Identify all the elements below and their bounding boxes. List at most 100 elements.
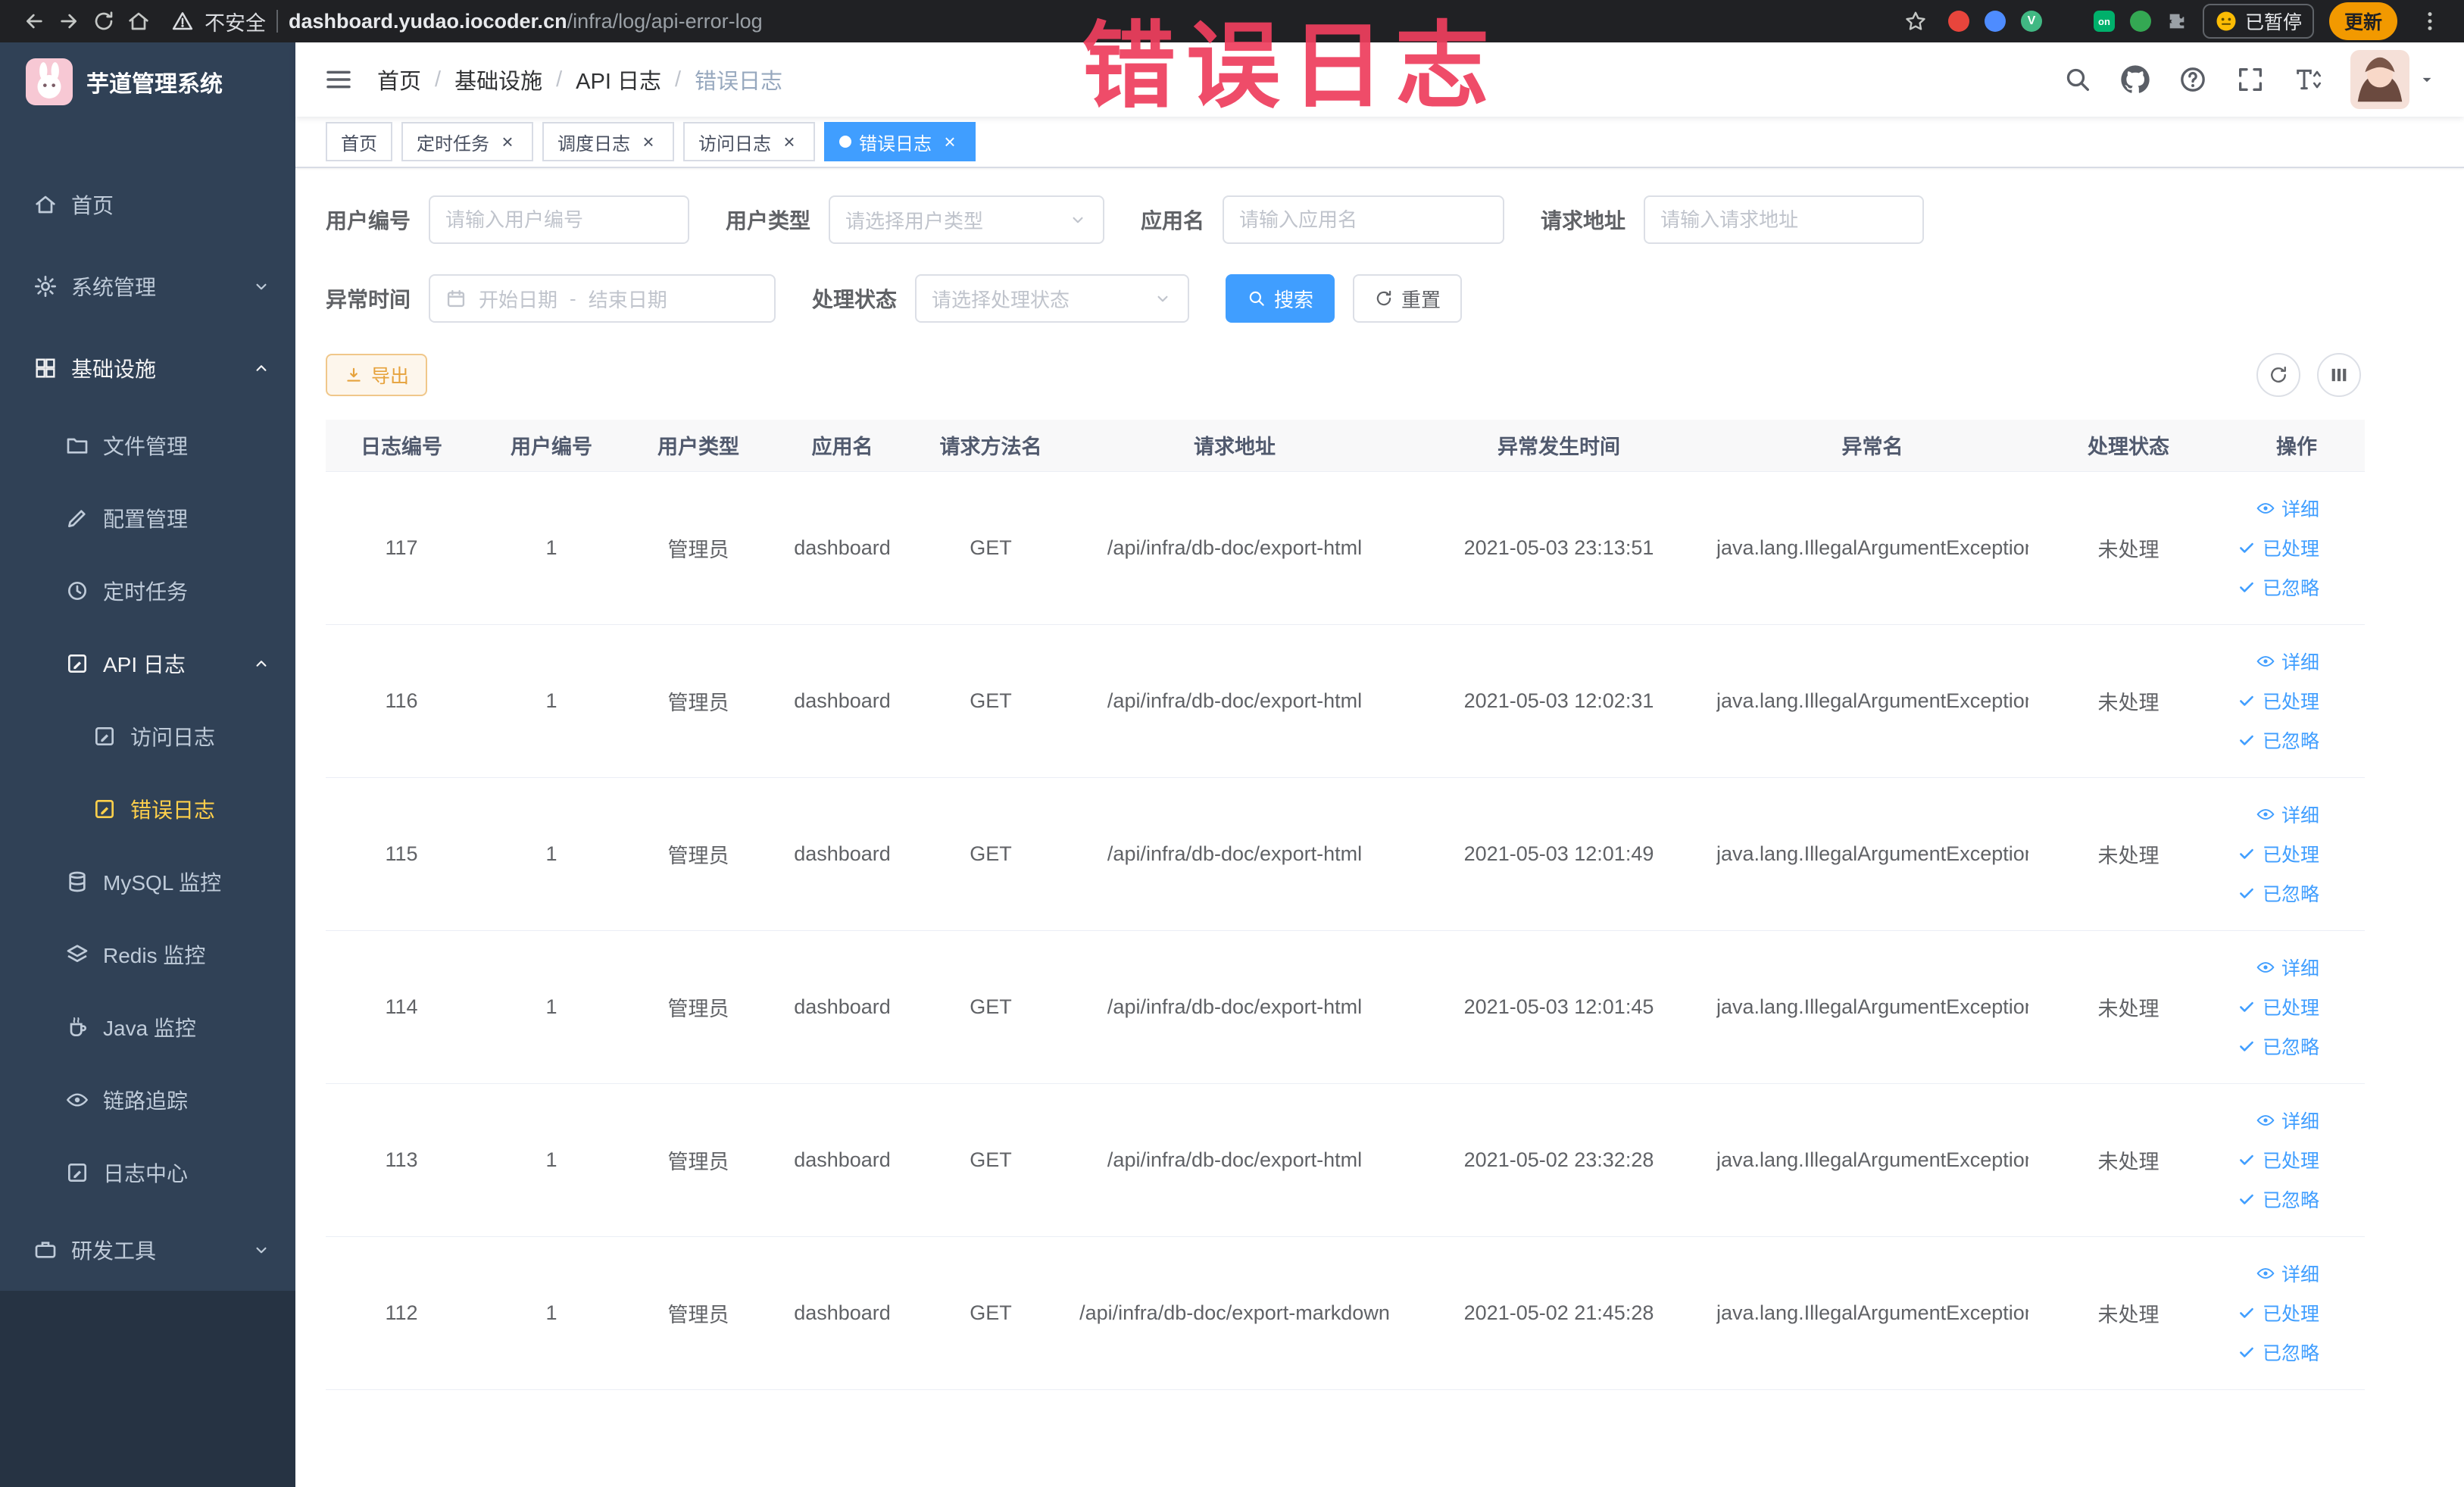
process-status-select[interactable]: 请选择处理状态 (915, 274, 1190, 323)
docpen-icon (68, 654, 86, 673)
reset-button[interactable]: 重置 (1353, 274, 1463, 323)
cell-app: dashboard (771, 1236, 913, 1390)
browser-back-button[interactable] (17, 4, 52, 39)
tab-close-icon[interactable]: × (779, 131, 800, 152)
browser-menu-button[interactable] (2412, 4, 2447, 39)
tab-close-icon[interactable]: × (497, 131, 518, 152)
browser-reload-button[interactable] (86, 4, 121, 39)
sidebar-item-home[interactable]: 首页 (0, 164, 295, 245)
export-button[interactable]: 导出 (326, 354, 428, 396)
column-settings-button[interactable] (2317, 353, 2361, 397)
column-header-7: 异常名 (1716, 420, 2028, 472)
header-search-button[interactable] (2063, 64, 2093, 95)
column-header-0: 日志编号 (326, 420, 477, 472)
search-button[interactable]: 搜索 (1226, 274, 1335, 323)
font-size-button[interactable] (2293, 64, 2323, 95)
tab-error-log[interactable]: 错误日志 × (824, 122, 976, 161)
extension-icon-2[interactable] (1984, 11, 2006, 32)
row-action-label: 详细 (2281, 652, 2319, 673)
row-action-ignore[interactable]: 已忽略 (2228, 567, 2319, 607)
extension-icon-3[interactable]: V (2020, 11, 2042, 32)
extension-icon-7[interactable] (2166, 11, 2188, 32)
breadcrumb-item[interactable]: 首页 (377, 64, 421, 95)
cell-url: /api/infra/db-doc/export-markdown (1068, 1236, 1401, 1390)
row-action-resolve[interactable]: 已处理 (2228, 834, 2319, 873)
user-menu[interactable] (2350, 50, 2437, 109)
row-action-resolve[interactable]: 已处理 (2228, 528, 2319, 567)
tab-home[interactable]: 首页 (326, 122, 392, 161)
table-row: 117 1 管理员 dashboard GET/api/infra/db-doc/exp… (326, 471, 2365, 625)
row-action-view[interactable]: 详细 (2228, 489, 2319, 528)
sidebar-item-access-log[interactable]: 访问日志 (0, 700, 295, 773)
tab-close-icon[interactable]: × (939, 131, 960, 152)
breadcrumb: 首页 / 基础设施 / API 日志 / 错误日志 (377, 64, 782, 95)
row-action-resolve[interactable]: 已处理 (2228, 1140, 2319, 1179)
cell-exception: java.lang.IllegalArgumentException (1716, 777, 2028, 931)
browser-home-button[interactable] (121, 4, 156, 39)
tab-job-log[interactable]: 调度日志 × (542, 122, 674, 161)
sidebar-item-label: 基础设施 (71, 358, 157, 381)
sidebar-item-trace[interactable]: 链路追踪 (0, 1064, 295, 1136)
row-action-resolve[interactable]: 已处理 (2228, 681, 2319, 720)
sidebar-item-config[interactable]: 配置管理 (0, 482, 295, 555)
row-action-ignore[interactable]: 已忽略 (2228, 873, 2319, 913)
sidebar-item-file[interactable]: 文件管理 (0, 409, 295, 482)
browser-update-button[interactable]: 更新 (2328, 2, 2397, 40)
paused-extension-badge[interactable]: 已暂停 (2202, 4, 2314, 39)
breadcrumb-item[interactable]: API 日志 (576, 64, 661, 95)
row-action-resolve[interactable]: 已处理 (2228, 1293, 2319, 1332)
address-bar[interactable]: 不安全 dashboard.yudao.iocoder.cn/infra/log… (171, 7, 1898, 36)
search-button-label: 搜索 (1274, 288, 1314, 311)
row-action-ignore[interactable]: 已忽略 (2228, 1179, 2319, 1219)
user-id-label: 用户编号 (326, 209, 411, 233)
tab-close-icon[interactable]: × (638, 131, 659, 152)
refresh-table-button[interactable] (2256, 353, 2300, 397)
help-button[interactable] (2178, 64, 2208, 95)
github-link-button[interactable] (2120, 64, 2150, 95)
sidebar-item-redis[interactable]: Redis 监控 (0, 918, 295, 991)
row-action-ignore[interactable]: 已忽略 (2228, 1332, 2319, 1372)
exception-time-range[interactable]: 开始日期 - 结束日期 (429, 274, 776, 323)
breadcrumb-item[interactable]: 基础设施 (454, 64, 542, 95)
fullscreen-button[interactable] (2235, 64, 2266, 95)
bookmark-star-button[interactable] (1898, 4, 1933, 39)
chevron-down-icon (1073, 217, 1083, 223)
sidebar-item-job[interactable]: 定时任务 (0, 555, 295, 627)
cell-app: dashboard (771, 624, 913, 778)
row-action-label: 已处理 (2262, 1151, 2319, 1172)
request-url-input[interactable] (1644, 195, 1925, 244)
sidebar-menu: 首页 系统管理基础设施文件管理 配置管理 定时任务 API 日志 访问日志 错误日志 MySQ… (0, 121, 295, 1291)
tab-job[interactable]: 定时任务 × (401, 122, 533, 161)
row-action-view[interactable]: 详细 (2228, 1101, 2319, 1140)
cell-user_id: 1 (477, 1236, 626, 1390)
extension-icon-4[interactable] (2057, 11, 2078, 32)
row-action-ignore[interactable]: 已忽略 (2228, 1026, 2319, 1066)
row-action-ignore[interactable]: 已忽略 (2228, 720, 2319, 760)
extension-icon-1[interactable] (1947, 11, 1969, 32)
row-action-view[interactable]: 详细 (2228, 948, 2319, 987)
app-name-input[interactable] (1223, 195, 1505, 244)
sidebar-item-dev-tools[interactable]: 研发工具 (0, 1209, 295, 1291)
sidebar-item-api-log[interactable]: API 日志 (0, 627, 295, 700)
sidebar-item-error-log[interactable]: 错误日志 (0, 773, 295, 845)
app-logo[interactable]: 芋道管理系统 (0, 42, 295, 121)
browser-forward-button[interactable] (52, 4, 86, 39)
row-action-view[interactable]: 详细 (2228, 1254, 2319, 1293)
row-action-view[interactable]: 详细 (2228, 642, 2319, 681)
cell-user_type: 管理员 (626, 471, 771, 625)
user-id-input[interactable] (429, 195, 690, 244)
sidebar-item-log-center[interactable]: 日志中心 (0, 1136, 295, 1209)
tab-access-log[interactable]: 访问日志 × (683, 122, 815, 161)
extension-icon-6[interactable] (2129, 11, 2151, 32)
sidebar-item-infra[interactable]: 基础设施 (0, 327, 295, 409)
extension-icon-5[interactable]: on (2093, 11, 2115, 32)
row-action-resolve[interactable]: 已处理 (2228, 987, 2319, 1026)
active-tab-dot (839, 136, 851, 148)
sidebar-item-system[interactable]: 系统管理 (0, 245, 295, 327)
user-type-select[interactable]: 请选择用户类型 (829, 195, 1105, 244)
sidebar-item-java[interactable]: Java 监控 (0, 991, 295, 1064)
breadcrumb-separator: / (674, 67, 682, 92)
sidebar-collapse-button[interactable] (323, 64, 354, 95)
row-action-view[interactable]: 详细 (2228, 795, 2319, 834)
sidebar-item-mysql[interactable]: MySQL 监控 (0, 845, 295, 918)
